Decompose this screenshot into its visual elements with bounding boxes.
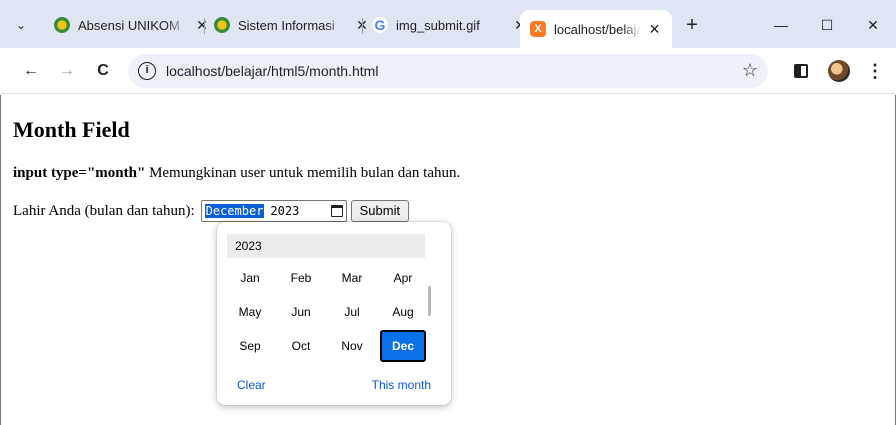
submit-button[interactable]: Submit	[350, 200, 410, 222]
month-option-nov[interactable]: Nov	[329, 330, 375, 362]
maximize-button[interactable]: ☐	[812, 14, 842, 36]
month-option-jun[interactable]: Jun	[278, 296, 324, 328]
month-field-label: Lahir Anda (bulan dan tahun):	[13, 202, 195, 219]
month-option-sep[interactable]: Sep	[227, 330, 273, 362]
month-option-dec[interactable]: Dec	[380, 330, 426, 362]
month-option-aug[interactable]: Aug	[380, 296, 426, 328]
description-code: input type="month"	[13, 165, 146, 181]
new-tab-button[interactable]: +	[680, 14, 704, 38]
description-text: Memungkinan user untuk memilih bulan dan…	[145, 165, 461, 181]
google-favicon-icon: G	[372, 17, 388, 33]
month-segment[interactable]: December	[204, 204, 265, 218]
tab-close-icon[interactable]: ✕	[647, 21, 662, 38]
tab-title: localhost/belajar	[554, 21, 641, 37]
url-text[interactable]: localhost/belajar/html5/month.html	[166, 63, 378, 79]
address-bar[interactable]: i localhost/belajar/html5/month.html ☆	[128, 54, 768, 88]
xampp-favicon-icon: X	[530, 21, 546, 37]
forward-button[interactable]: →	[56, 60, 78, 82]
browser-toolbar: ← → C i localhost/belajar/html5/month.ht…	[0, 48, 896, 94]
close-window-button[interactable]: ✕	[858, 14, 888, 36]
tab-absensi[interactable]: Absensi UNIKOM ✕	[44, 10, 220, 40]
unikom-favicon-icon	[214, 17, 230, 33]
tab-title: img_submit.gif	[396, 17, 480, 33]
year-segment[interactable]: 2023	[270, 204, 299, 218]
back-button[interactable]: ←	[20, 60, 42, 82]
tab-title: Sistem Informasi	[238, 17, 335, 33]
calendar-icon[interactable]	[330, 205, 343, 217]
month-option-feb[interactable]: Feb	[278, 262, 324, 294]
browser-menu-icon[interactable]: ⋮	[864, 60, 886, 82]
unikom-favicon-icon	[54, 17, 70, 33]
month-picker-popup: 2023 Jan Feb Mar Apr May Jun Jul Aug Sep Oct Nov De…	[217, 222, 451, 405]
tab-sistem-informasi[interactable]: Sistem Informasi ✕	[204, 10, 380, 40]
bookmark-star-icon[interactable]: ☆	[742, 60, 758, 81]
profile-avatar[interactable]	[828, 60, 850, 82]
month-option-oct[interactable]: Oct	[278, 330, 324, 362]
page-title: Month Field	[13, 117, 130, 142]
month-option-mar[interactable]: Mar	[329, 262, 375, 294]
month-form: Lahir Anda (bulan dan tahun): December 2…	[13, 200, 410, 222]
page-description: input type="month" Memungkinan user untu…	[13, 165, 460, 182]
side-panel-icon[interactable]	[790, 60, 812, 82]
month-input[interactable]: December 2023	[200, 200, 347, 222]
picker-scrollbar[interactable]	[428, 286, 431, 316]
month-option-jul[interactable]: Jul	[329, 296, 375, 328]
minimize-button[interactable]: —	[766, 14, 796, 36]
this-month-button[interactable]: This month	[372, 378, 431, 392]
site-info-icon[interactable]: i	[138, 62, 156, 80]
tab-img-submit[interactable]: G img_submit.gif ✕	[362, 10, 538, 40]
month-option-jan[interactable]: Jan	[227, 262, 273, 294]
reload-button[interactable]: C	[92, 60, 114, 82]
tab-localhost-active[interactable]: X localhost/belajar ✕	[520, 10, 672, 48]
tab-search-chevron-icon[interactable]: ⌄	[10, 14, 32, 36]
tab-title: Absensi UNIKOM	[78, 17, 180, 33]
month-option-apr[interactable]: Apr	[380, 262, 426, 294]
clear-button[interactable]: Clear	[237, 378, 266, 392]
month-option-may[interactable]: May	[227, 296, 273, 328]
tab-strip: ⌄ Absensi UNIKOM ✕ Sistem Informasi ✕ G …	[0, 0, 896, 48]
picker-year-header[interactable]: 2023	[227, 234, 425, 258]
